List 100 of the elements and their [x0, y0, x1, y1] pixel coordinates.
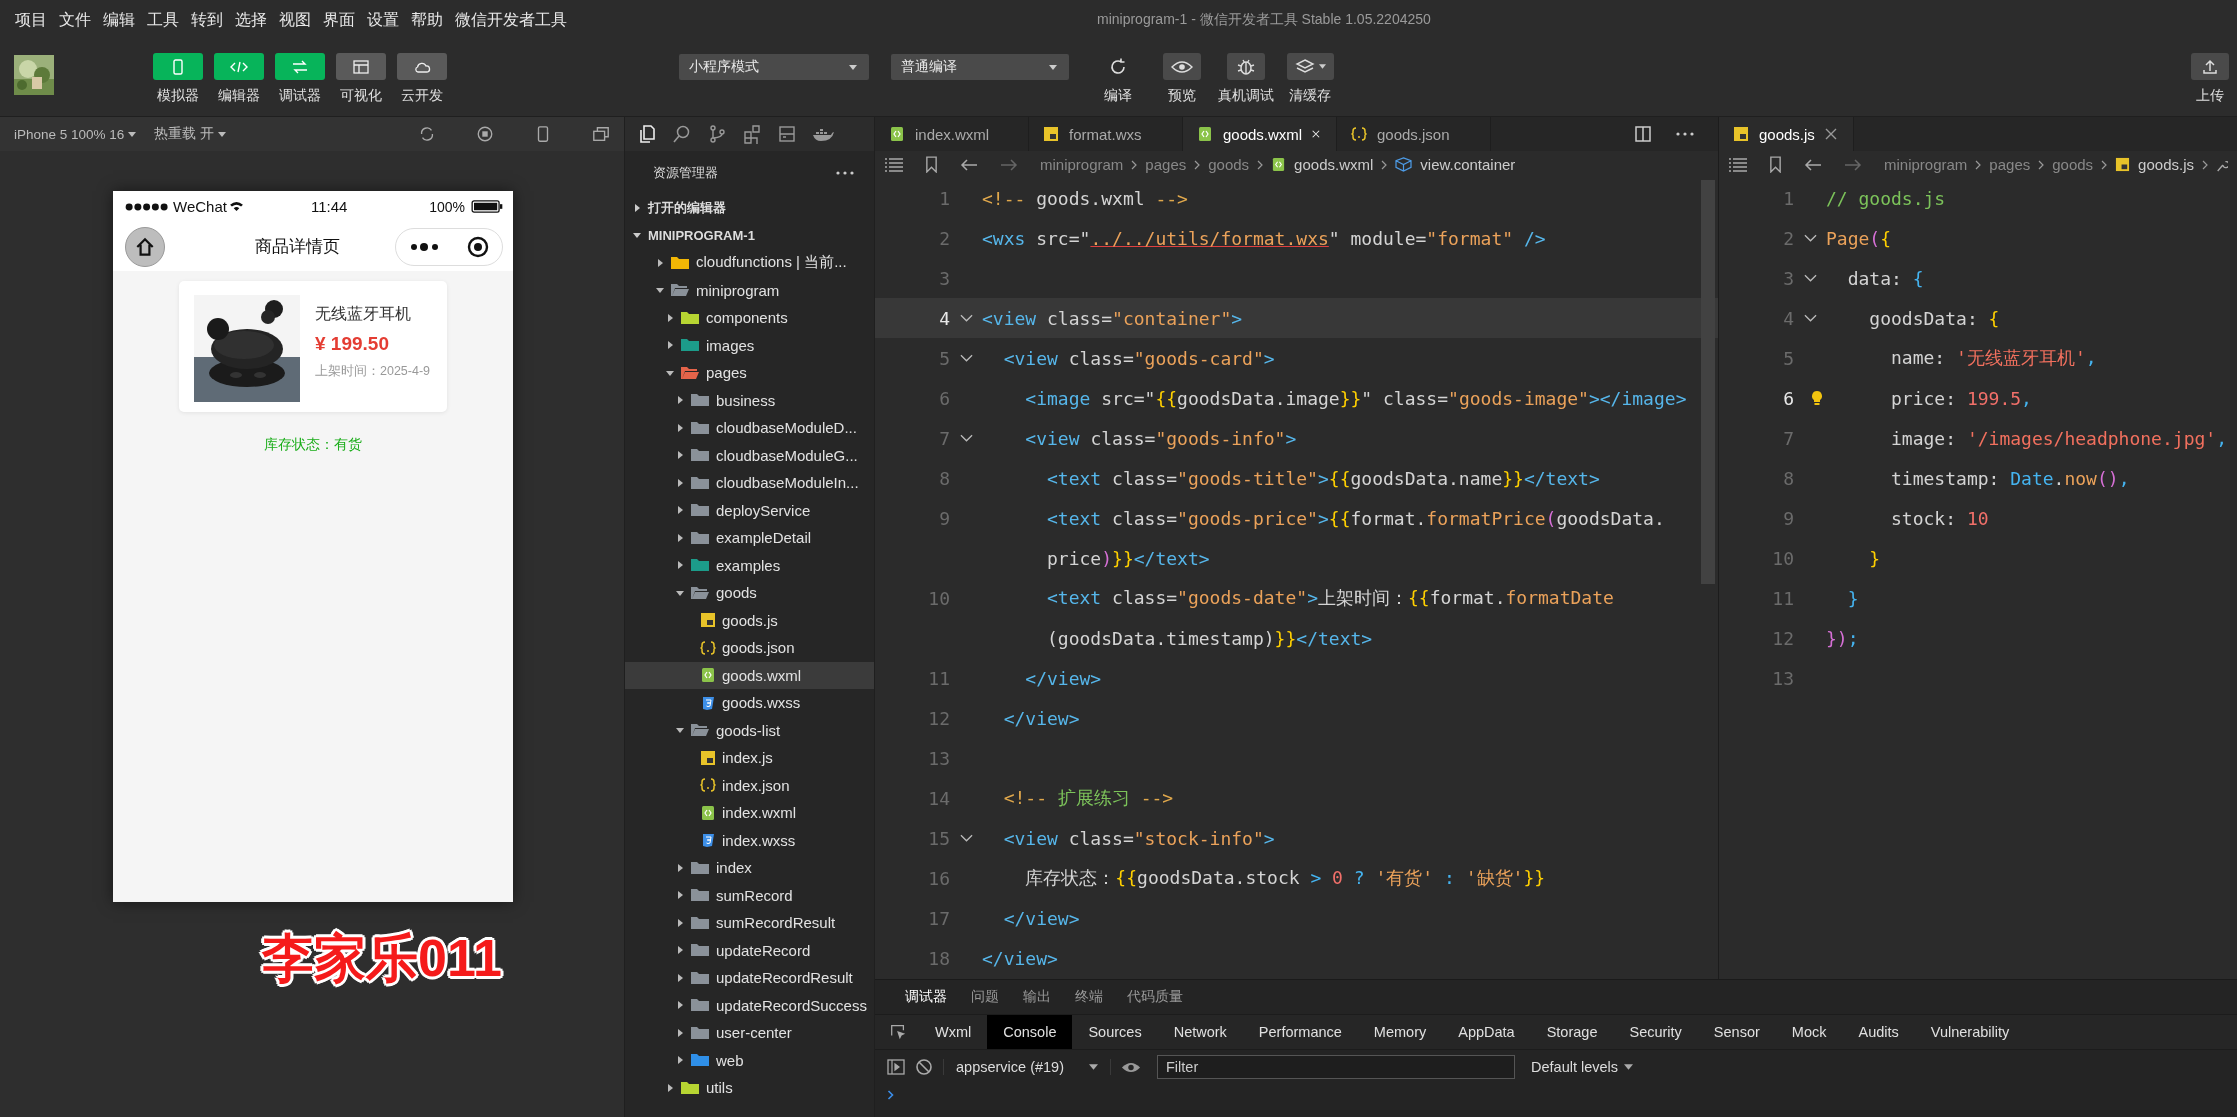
tree-item[interactable]: index.wxml	[625, 799, 874, 827]
tree-item[interactable]: images	[625, 331, 874, 359]
breadcrumb-item[interactable]: goods.wxml	[1294, 156, 1374, 173]
search-icon[interactable]	[672, 124, 692, 144]
devtools-tab[interactable]: Security	[1613, 1015, 1698, 1049]
sidebar-toggle-icon[interactable]	[887, 1059, 905, 1075]
breadcrumb-item[interactable]: goods.js	[2138, 156, 2194, 173]
tree-item[interactable]: index	[625, 854, 874, 882]
tree-item[interactable]: examples	[625, 551, 874, 579]
code-toggle-button[interactable]	[214, 53, 264, 80]
tree-item[interactable]: index.wxss	[625, 826, 874, 854]
switch-toggle-button[interactable]	[275, 53, 325, 80]
bookmark-icon[interactable]	[1769, 156, 1782, 173]
devtools-tab[interactable]: Sensor	[1697, 1015, 1776, 1049]
panel-tab[interactable]: 输出	[1023, 988, 1051, 1006]
devtools-tab[interactable]: Console	[987, 1015, 1073, 1049]
menu-item[interactable]: 帮助	[411, 9, 443, 31]
editor-tab[interactable]: goods.js	[1719, 117, 1854, 151]
breadcrumb-item[interactable]: goods	[1208, 156, 1250, 173]
fold-chevron-icon[interactable]	[959, 834, 973, 842]
tree-item[interactable]: cloudbaseModuleIn...	[625, 469, 874, 497]
tree-item[interactable]: index.js	[625, 744, 874, 772]
forward-arrow-icon[interactable]	[1000, 157, 1018, 172]
tree-item[interactable]: sumRecord	[625, 881, 874, 909]
clear-icon[interactable]	[915, 1058, 933, 1076]
layout-toggle-button[interactable]	[336, 53, 386, 80]
tree-item[interactable]: deployService	[625, 496, 874, 524]
outline-icon[interactable]	[885, 157, 903, 172]
tree-item[interactable]: goods	[625, 579, 874, 607]
tree-item[interactable]: pages	[625, 359, 874, 387]
tree-item[interactable]: cloudfunctions | 当前...	[625, 249, 874, 277]
cloud-toggle-button[interactable]	[397, 53, 447, 80]
devtools-tab[interactable]: Wxml	[919, 1015, 988, 1049]
tree-item[interactable]: updateRecordSuccess	[625, 991, 874, 1019]
devtools-tab[interactable]: Sources	[1072, 1015, 1158, 1049]
devtools-tab[interactable]: Network	[1157, 1015, 1243, 1049]
lightbulb-icon[interactable]	[1811, 390, 1823, 406]
tree-item[interactable]: cloudbaseModuleG...	[625, 441, 874, 469]
tree-item[interactable]: updateRecord	[625, 936, 874, 964]
breadcrumb-item[interactable]: pages	[1145, 156, 1187, 173]
breadcrumb-item[interactable]: pages	[1989, 156, 2031, 173]
breadcrumb-item[interactable]: view.container	[1420, 156, 1516, 173]
upload-button[interactable]	[2191, 53, 2229, 80]
tree-item[interactable]: sumRecordResult	[625, 909, 874, 937]
panel-tab[interactable]: 终端	[1075, 988, 1103, 1006]
explorer-section[interactable]: MINIPROGRAM-1	[625, 221, 874, 249]
menu-item[interactable]: 设置	[367, 9, 399, 31]
devtools-tab[interactable]: Mock	[1775, 1015, 1843, 1049]
tree-item[interactable]: goods.wxss	[625, 689, 874, 717]
tree-item[interactable]: web	[625, 1046, 874, 1074]
tree-item[interactable]: cloudbaseModuleD...	[625, 414, 874, 442]
panel-tab[interactable]: 代码质量	[1127, 988, 1183, 1006]
filter-field[interactable]: Filter	[1157, 1055, 1515, 1079]
tree-item[interactable]: goods.wxml	[625, 661, 874, 689]
editor-tab[interactable]: goods.wxml	[1183, 117, 1337, 151]
tree-item[interactable]: index.json	[625, 771, 874, 799]
tree-item[interactable]: business	[625, 386, 874, 414]
menu-item[interactable]: 项目	[15, 9, 47, 31]
fold-chevron-icon[interactable]	[1803, 234, 1817, 242]
tree-item[interactable]: updateRecordResult	[625, 964, 874, 992]
fold-chevron-icon[interactable]	[1803, 314, 1817, 322]
stop-icon[interactable]	[476, 125, 494, 143]
compile-dropdown[interactable]: 普通编译	[891, 54, 1069, 80]
breadcrumb-item[interactable]: miniprogram	[1040, 156, 1124, 173]
blocks-icon[interactable]	[742, 124, 762, 144]
split-editor-icon[interactable]	[1634, 125, 1652, 143]
tree-item[interactable]: goods.js	[625, 606, 874, 634]
devtools-tab[interactable]: Memory	[1357, 1015, 1443, 1049]
more-icon[interactable]	[409, 241, 440, 252]
tree-item[interactable]: miniprogram	[625, 276, 874, 304]
hot-reload-dropdown[interactable]: 热重载 开	[154, 125, 227, 143]
tree-item[interactable]: goods.json	[625, 634, 874, 662]
more-icon[interactable]	[836, 170, 854, 175]
devtools-tab[interactable]: Vulnerability	[1914, 1015, 2026, 1049]
home-button[interactable]	[125, 226, 165, 267]
rotate-icon[interactable]	[418, 125, 436, 143]
panel-tab[interactable]: 问题	[971, 988, 999, 1006]
editor-tab[interactable]: index.wxml	[875, 117, 1029, 151]
menu-item[interactable]: 文件	[59, 9, 91, 31]
capsule-menu[interactable]	[395, 227, 503, 266]
panel-tab[interactable]: 调试器	[905, 988, 947, 1006]
more-icon[interactable]	[1676, 132, 1694, 136]
tree-item[interactable]: exampleDetail	[625, 524, 874, 552]
forward-arrow-icon[interactable]	[1844, 157, 1862, 172]
menu-item[interactable]: 转到	[191, 9, 223, 31]
bug-button[interactable]	[1227, 53, 1265, 80]
bookmark-icon[interactable]	[925, 156, 938, 173]
menu-item[interactable]: 工具	[147, 9, 179, 31]
storage-icon[interactable]	[777, 124, 797, 144]
outline-icon[interactable]	[1729, 157, 1747, 172]
editor-tab[interactable]: goods.json	[1337, 117, 1491, 151]
tree-item[interactable]: user-center	[625, 1019, 874, 1047]
devtools-tab[interactable]: Storage	[1530, 1015, 1614, 1049]
eye-icon[interactable]	[1121, 1060, 1141, 1074]
tree-item[interactable]: components	[625, 304, 874, 332]
breadcrumb-item[interactable]: goods	[2052, 156, 2094, 173]
window-icon[interactable]	[592, 125, 610, 143]
context-dropdown[interactable]: appservice (#19)	[943, 1059, 1111, 1075]
mode-dropdown[interactable]: 小程序模式	[679, 54, 869, 80]
fold-chevron-icon[interactable]	[959, 354, 973, 362]
